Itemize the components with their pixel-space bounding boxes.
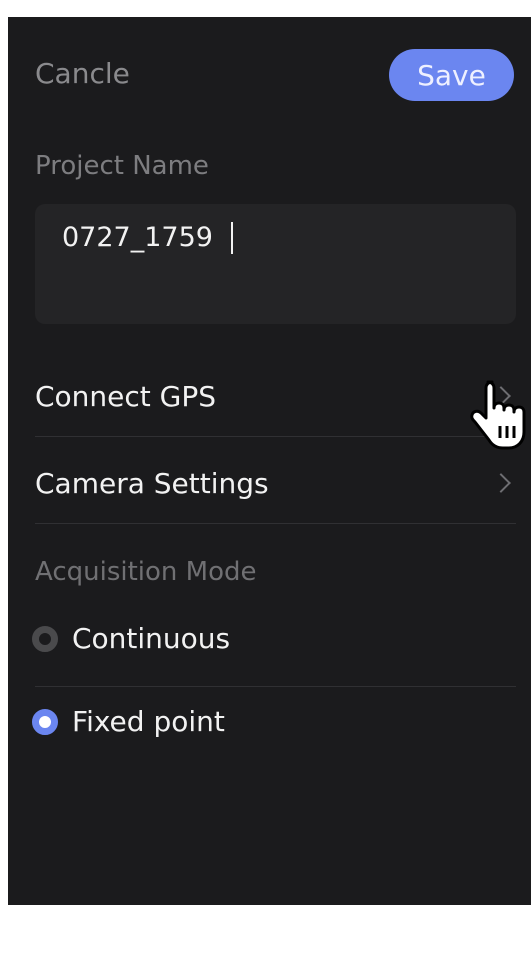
hand-pointer-icon <box>470 380 526 450</box>
chevron-right-icon <box>491 473 511 493</box>
project-name-label: Project Name <box>35 151 209 181</box>
acquisition-mode-label: Acquisition Mode <box>35 557 257 587</box>
save-button[interactable]: Save <box>389 49 514 101</box>
divider <box>35 523 516 524</box>
divider <box>35 686 516 687</box>
project-name-value: 0727_1759 <box>62 222 213 253</box>
radio-icon[interactable] <box>32 708 58 735</box>
radio-option-fixed-point[interactable]: Fixed point <box>32 705 225 738</box>
connect-gps-label: Connect GPS <box>35 379 217 413</box>
connect-gps-item[interactable]: Connect GPS <box>35 361 516 431</box>
text-caret <box>231 222 233 254</box>
camera-settings-label: Camera Settings <box>35 466 269 500</box>
divider <box>35 436 516 437</box>
radio-label: Continuous <box>72 622 231 655</box>
radio-option-continuous[interactable]: Continuous <box>32 622 230 655</box>
cancel-button[interactable]: Cancle <box>35 57 130 90</box>
radio-icon[interactable] <box>32 625 58 652</box>
project-name-field[interactable]: 0727_1759 <box>35 204 516 324</box>
camera-settings-item[interactable]: Camera Settings <box>35 448 516 518</box>
settings-panel: Cancle Save Project Name 0727_1759 Conne… <box>8 17 531 905</box>
radio-label: Fixed point <box>72 705 225 738</box>
